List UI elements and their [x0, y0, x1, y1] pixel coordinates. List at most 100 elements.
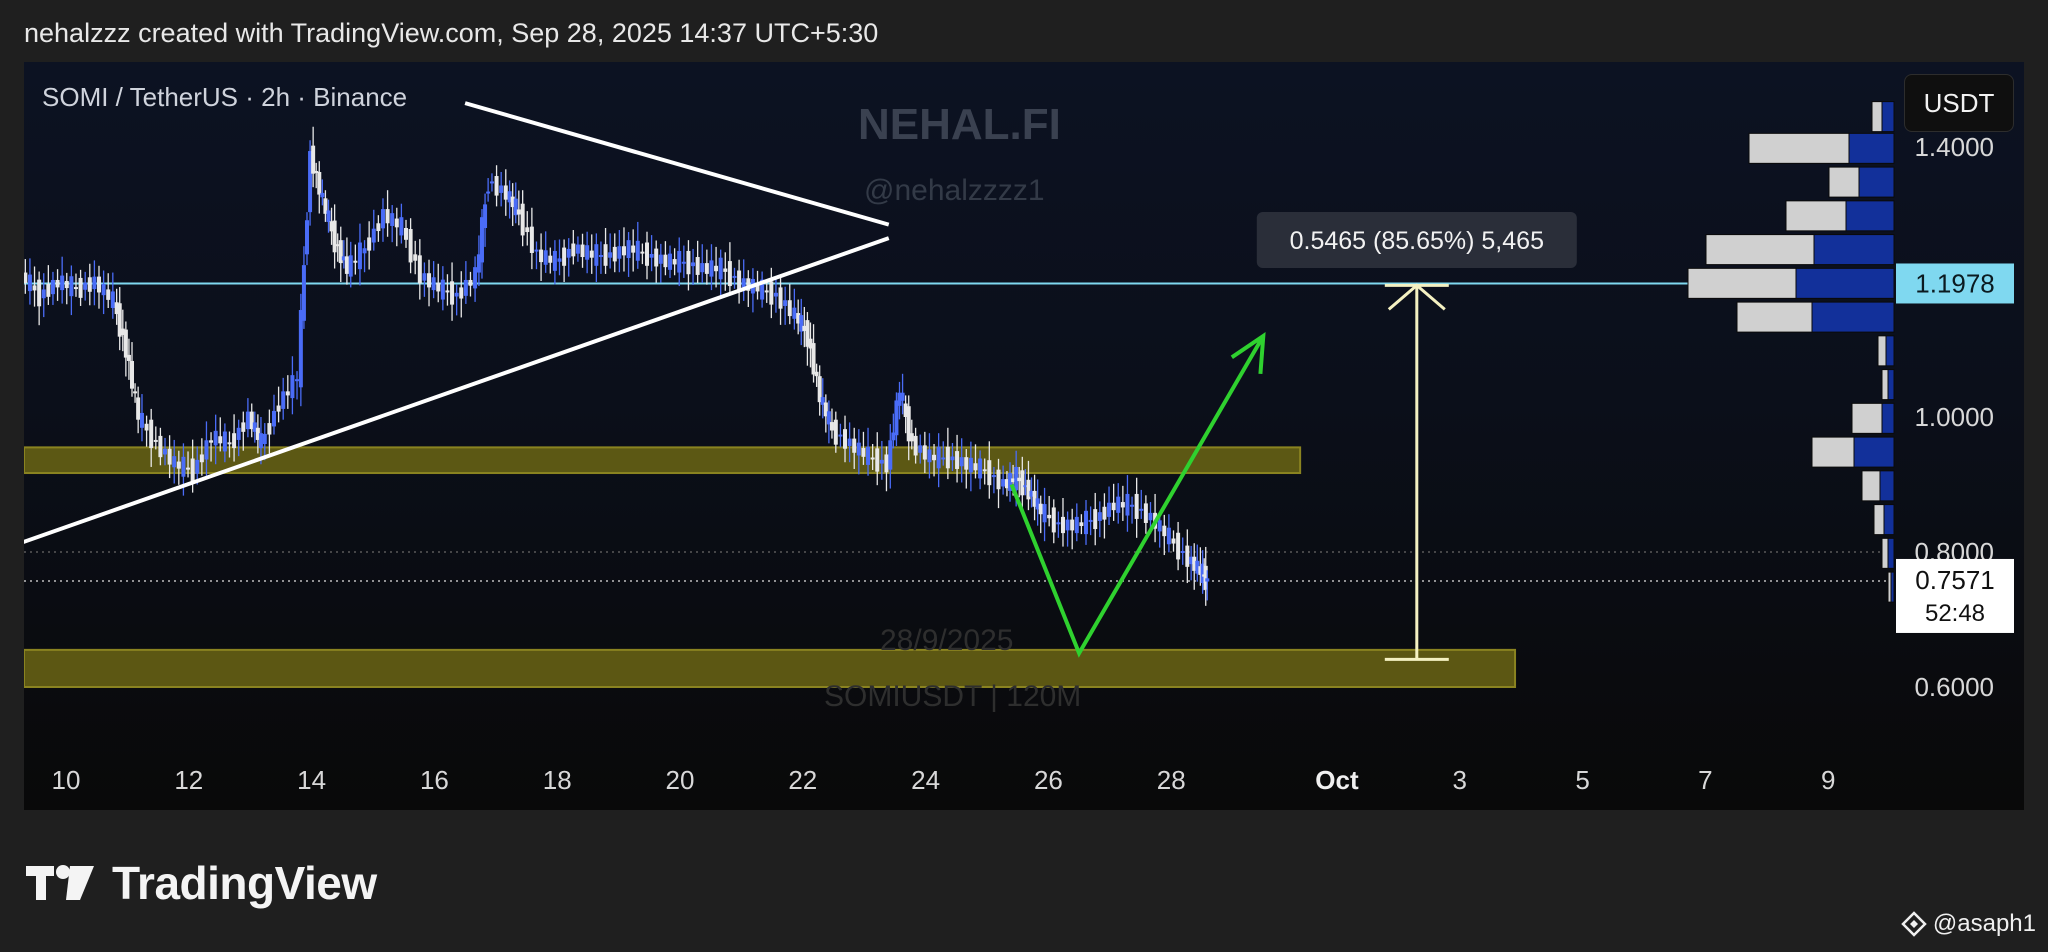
candle-body [1116, 496, 1121, 513]
candle-body [695, 257, 700, 275]
candle-body [1134, 493, 1139, 519]
candle-body [262, 433, 267, 444]
candle-body [1171, 538, 1176, 544]
volume-profile-buy [1881, 101, 1895, 133]
candle-body [1205, 578, 1210, 582]
volume-profile-sell [1877, 335, 1887, 367]
volume-profile-sell [1873, 504, 1885, 536]
candle-body [245, 411, 250, 430]
time-tick: 10 [52, 765, 81, 795]
candle-body [626, 240, 631, 259]
candle-body [833, 419, 838, 445]
candle-body [631, 245, 636, 253]
candle-body [991, 475, 996, 478]
candle-body [658, 254, 663, 264]
candle-body [489, 181, 494, 184]
candle-body [186, 467, 191, 470]
candle-body [413, 254, 418, 261]
candle-body [838, 434, 843, 437]
candle-body [385, 209, 390, 224]
candle-body [133, 391, 138, 394]
candle-body [144, 423, 149, 431]
candle-body [1107, 502, 1112, 517]
candle-body [529, 226, 534, 253]
candle-body [520, 203, 525, 236]
candle-body [968, 457, 973, 473]
candle-body [856, 442, 861, 456]
candle-body [176, 461, 181, 469]
watermark-symbol: SOMIUSDT | 120M [824, 680, 1082, 713]
candle-body [32, 285, 37, 291]
chart-area[interactable]: 1.4000 1.0000 0.8000 0.6000 10 12 14 16 18 20 22 24… [24, 62, 2024, 810]
candle-body [41, 289, 46, 299]
candle-body [199, 454, 204, 463]
candle-body [494, 176, 499, 196]
tradingview-logo[interactable]: TradingView [26, 856, 377, 910]
candle-body [158, 435, 163, 458]
candle-body [431, 277, 436, 291]
candle-body [295, 379, 300, 382]
candle-body [380, 209, 385, 229]
candle-body [525, 227, 530, 233]
candle-body [190, 458, 195, 482]
measure-label: 0.5465 (85.65%) 5,465 [1290, 227, 1544, 255]
candle-body [357, 242, 362, 270]
volume-profile-sell [1687, 267, 1797, 299]
candle-body [691, 262, 696, 267]
volume-profile-buy [1811, 301, 1895, 333]
candle-body [548, 255, 553, 263]
candle-body [718, 257, 723, 280]
tradingview-wordmark: TradingView [112, 857, 377, 909]
time-tick: 20 [666, 765, 695, 795]
candle-body [764, 290, 769, 293]
candle-body [271, 410, 276, 427]
candle-body [367, 237, 372, 251]
currency-button[interactable]: USDT [1904, 74, 2014, 132]
candle-body [73, 287, 78, 290]
candle-body [311, 145, 316, 174]
volume-profile-sell [1881, 537, 1889, 569]
candle-body [1157, 520, 1162, 532]
candle-body [149, 419, 154, 449]
volume-profile-buy [1879, 470, 1895, 502]
candle-body [241, 422, 246, 432]
candle-body [557, 258, 562, 262]
candle-body [60, 275, 65, 291]
volume-profile-sell [1811, 436, 1855, 468]
candle-body [996, 469, 1001, 490]
price-tick: 1.0000 [1914, 402, 1994, 432]
candle-body [922, 445, 927, 460]
candle-body [394, 218, 399, 228]
candle-body [686, 250, 691, 275]
volume-profile-sell [1861, 470, 1881, 502]
volume-profile-buy [1848, 132, 1895, 164]
candle-body [1148, 512, 1153, 521]
candle-body [543, 250, 548, 265]
time-tick: 28 [1157, 765, 1186, 795]
candle-body [913, 435, 918, 456]
candle-body [700, 263, 705, 273]
candle-body [866, 446, 871, 465]
candle-body [875, 448, 880, 472]
symbol-info[interactable]: SOMI / TetherUS · 2h · Binance [42, 82, 407, 113]
candle-body [468, 279, 473, 286]
candle-body [668, 253, 673, 270]
candle-body [769, 281, 774, 305]
candle-body [301, 265, 306, 321]
attribution: @asaph1 [1901, 910, 2036, 938]
candle-body [483, 204, 488, 228]
candle-body [92, 276, 97, 290]
candle-body [982, 469, 987, 472]
volume-profile-sell [1705, 234, 1815, 266]
price-tick: 0.6000 [1914, 672, 1994, 702]
candle-body [714, 265, 719, 272]
candle-body [1125, 493, 1130, 516]
volume-profile-buy [1853, 436, 1895, 468]
candle-body [285, 391, 290, 396]
candle-body [1093, 509, 1098, 530]
candle-body [829, 422, 834, 431]
volume-profile-sell [1828, 166, 1860, 198]
candle-body [566, 248, 571, 258]
binance-diamond-icon [1901, 911, 1927, 937]
candle-body [101, 284, 106, 296]
